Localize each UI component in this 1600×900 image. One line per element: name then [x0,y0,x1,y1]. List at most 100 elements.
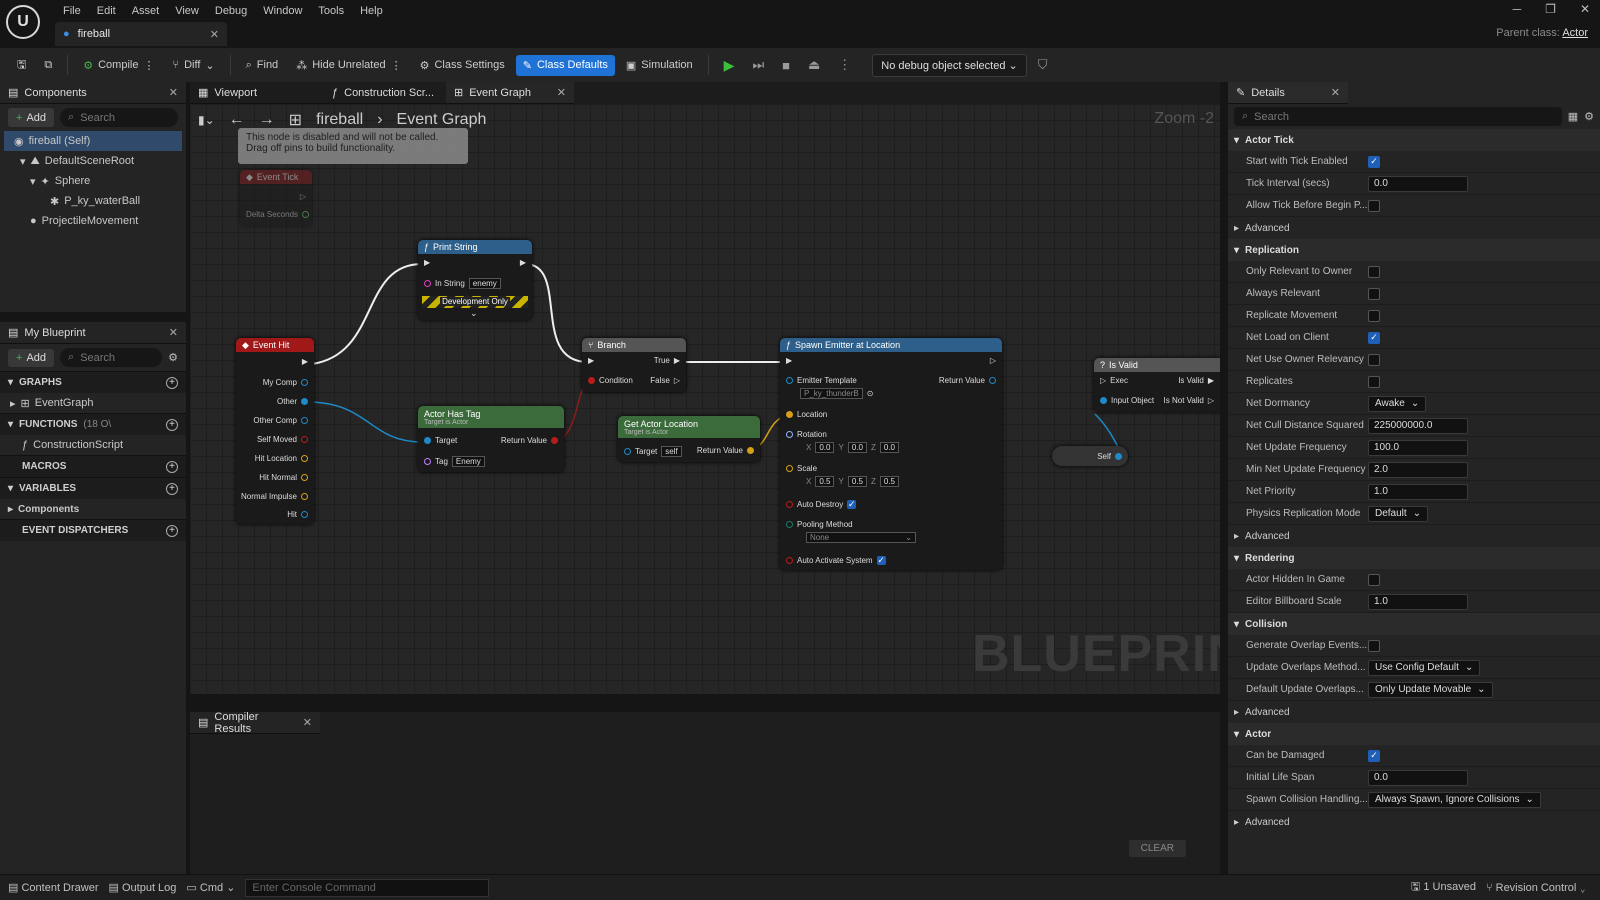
exec-out-pin[interactable]: ▷ [990,356,996,365]
pin-false[interactable]: False ▷ [650,376,680,385]
property-input[interactable]: 1.0 [1368,593,1468,610]
property-input[interactable]: 225000000.0 [1368,417,1468,434]
in-string-field[interactable]: enemy [468,278,501,289]
pin-emitter-template[interactable]: Emitter Template [786,376,857,385]
tab-compiler-results[interactable]: ▤ Compiler Results ✕ [190,711,320,735]
clear-button[interactable]: CLEAR [1128,840,1186,857]
auto-destroy-checkbox[interactable]: ✓ [847,499,857,509]
section-variables[interactable]: ▾ VARIABLES + [0,477,186,499]
tab-details[interactable]: ✎ Details ✕ [1228,82,1348,104]
pin-is-valid[interactable]: Is Valid ▶ [1178,376,1214,385]
pin-tag[interactable]: Tag Enemy [424,456,485,467]
add-macro-icon[interactable]: + [166,460,178,473]
unreal-logo-icon[interactable]: U [6,5,40,39]
property-checkbox[interactable] [1368,639,1380,652]
pin-return-value[interactable]: Return Value [697,446,754,455]
pin-hit-normal[interactable]: Hit Normal [259,473,308,482]
close-window-icon[interactable]: ✕ [1580,2,1590,16]
menu-debug[interactable]: Debug [207,2,255,20]
diff-button[interactable]: ⑂ Diff ⌄ [165,55,221,76]
step-icon[interactable]: ⏭ [745,53,771,77]
expand-arrow-icon[interactable]: ▾ [30,175,36,188]
property-input[interactable]: 1.0 [1368,483,1468,500]
pin-my-comp[interactable]: My Comp [263,378,308,387]
content-drawer-button[interactable]: ▤ Content Drawer [8,881,99,894]
output-log-button[interactable]: ▤ Output Log [109,881,177,894]
menu-tools[interactable]: Tools [310,2,352,20]
node-branch[interactable]: ⑂ Branch ▶ True ▶ Condition False ▷ [582,338,686,392]
advanced-expander[interactable]: ▸ Advanced [1228,525,1600,547]
tab-components[interactable]: ▤ Components ✕ [0,82,186,104]
pin-location[interactable]: Location [786,410,827,419]
browse-icon[interactable]: ⊙ [867,389,874,398]
variable-category-components[interactable]: ▸ Components [0,499,186,519]
function-item-construction-script[interactable]: ƒ ConstructionScript [0,435,186,455]
close-icon[interactable]: ✕ [557,86,566,99]
property-dropdown[interactable]: Always Spawn, Ignore Collisions ⌄ [1368,791,1541,808]
pin-other[interactable]: Other [277,397,308,406]
section-macros[interactable]: MACROS + [0,455,186,477]
property-checkbox[interactable] [1368,353,1380,366]
pin-delta-seconds[interactable]: Delta Seconds [246,210,310,219]
debug-object-dropdown[interactable]: No debug object selected ⌄ [872,53,1027,77]
menu-help[interactable]: Help [352,2,391,20]
menu-file[interactable]: File [55,2,89,20]
tag-field[interactable]: Enemy [451,456,485,467]
close-icon[interactable]: ✕ [210,28,219,41]
simulation-button[interactable]: ▣ Simulation [619,55,700,76]
gear-icon[interactable]: ⚙ [1584,110,1594,123]
node-self[interactable]: Self [1052,446,1128,466]
exec-in-pin[interactable]: ▷ Exec [1100,376,1128,385]
exec-in-pin[interactable]: ▶ [588,356,594,365]
menu-asset[interactable]: Asset [124,2,168,20]
class-defaults-button[interactable]: ✎ Class Defaults [515,54,615,76]
pin-auto-activate[interactable]: Auto Activate System ✓ [786,555,886,565]
rotation-z[interactable]: 0.0 [879,442,899,453]
details-search-input[interactable]: ⌕ Search [1234,107,1562,126]
pin-return-value[interactable]: Return Value [939,376,996,385]
scale-x[interactable]: 0.5 [815,476,835,487]
property-checkbox[interactable]: ✓ [1368,749,1380,762]
tree-item-self[interactable]: ◉ fireball (Self) [4,131,182,151]
property-checkbox[interactable] [1368,375,1380,388]
advanced-expander[interactable]: ▸ Advanced [1228,811,1600,833]
tree-item-particle[interactable]: ✱ P_ky_waterBall [0,191,186,211]
menu-window[interactable]: Window [255,2,310,20]
exec-out-pin[interactable]: ▶ [520,258,526,267]
my-blueprint-search-input[interactable]: ⌕ Search [60,348,163,367]
property-input[interactable]: 2.0 [1368,461,1468,478]
details-section-header[interactable]: ▾ Collision [1228,613,1600,635]
play-icon[interactable]: ▶ [717,53,742,78]
details-section-header[interactable]: ▾ Actor [1228,723,1600,745]
exec-out-pin[interactable]: ▶ [302,357,308,366]
close-icon[interactable]: ✕ [303,716,312,729]
close-icon[interactable]: ✕ [169,86,178,99]
gear-icon[interactable]: ⚙ [168,351,178,364]
property-input[interactable]: 100.0 [1368,439,1468,456]
pin-hit-location[interactable]: Hit Location [255,454,308,463]
expand-chevron-icon[interactable]: ⌄ [470,308,478,319]
rotation-x[interactable]: 0.0 [815,442,835,453]
property-checkbox[interactable] [1368,265,1380,278]
property-dropdown[interactable]: Awake ⌄ [1368,395,1427,412]
components-search-input[interactable]: ⌕ Search [60,108,178,127]
browse-icon[interactable]: ⧉ [37,55,59,76]
property-checkbox[interactable] [1368,287,1380,300]
pin-self-moved[interactable]: Self Moved [257,435,308,444]
pin-is-not-valid[interactable]: Is Not Valid ▷ [1164,396,1214,405]
details-section-header[interactable]: ▾ Actor Tick [1228,129,1600,151]
pooling-method-dropdown[interactable]: None ⌄ [806,532,916,543]
node-get-actor-location[interactable]: Get Actor Location Target is Actor Target… [618,416,760,462]
tab-viewport[interactable]: ▦ Viewport [190,82,318,104]
pin-hit[interactable]: Hit [287,510,308,519]
section-functions[interactable]: ▾ FUNCTIONS (18 O\ + [0,413,186,435]
add-graph-icon[interactable]: + [166,376,178,389]
section-graphs[interactable]: ▾ GRAPHS + [0,371,186,393]
node-event-tick[interactable]: ◆ Event Tick ▷ Delta Seconds [240,170,312,226]
tree-item-projectile-movement[interactable]: ● ProjectileMovement [0,211,186,231]
debug-filter-icon[interactable]: ⛉ [1031,53,1055,77]
pin-condition[interactable]: Condition [588,376,633,385]
tab-my-blueprint[interactable]: ▤ My Blueprint ✕ [0,322,186,344]
node-event-hit[interactable]: ◆ Event Hit ▶ My Comp Other Other Comp Se… [236,338,314,524]
pin-target[interactable]: Target self [624,446,682,457]
